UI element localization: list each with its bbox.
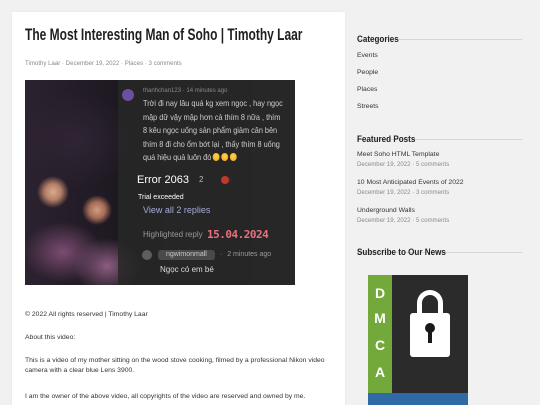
ownership-statement: I am the owner of the above video, all c… xyxy=(25,393,306,400)
reply-header: ngwimonmall · 2 minutes ago xyxy=(142,250,271,260)
post-title: The Most Interesting Man of Soho | Timot… xyxy=(25,25,303,44)
video-description: This is a video of my mother sitting on … xyxy=(25,356,325,376)
video-player[interactable]: thanhchan123 · 14 minutes ago Trời đi na… xyxy=(25,80,295,285)
category-item-people[interactable]: People xyxy=(357,64,379,81)
description-line: camera with a clear blue Lens 3900. xyxy=(25,367,135,374)
featured-post-meta: December 19, 2022 · 5 comments xyxy=(357,161,450,168)
subscribe-heading-text: Subscribe to Our News xyxy=(357,247,446,258)
player-error-code: Error 2063 xyxy=(137,174,189,186)
commenter-avatar xyxy=(122,89,134,101)
comment-line: Trời đi nay lâu quá kg xem ngọc , hay ng… xyxy=(143,98,283,108)
featured-post: 10 Most Anticipated Events of 2022 Decem… xyxy=(357,178,464,198)
category-item-places[interactable]: Places xyxy=(357,81,379,98)
featured-post-meta: December 19, 2022 · 3 comments xyxy=(357,189,450,196)
comment-line: 8 kêu ngọc uống sản phẩm giảm cân bên xyxy=(143,125,278,135)
featured-posts-heading-text: Featured Posts xyxy=(357,134,416,145)
laughing-face-icon xyxy=(213,153,220,161)
reply-time: 2 minutes ago xyxy=(227,251,272,258)
featured-post: Underground Walls December 19, 2022 · 5 … xyxy=(357,206,464,226)
post-category-link[interactable]: Places xyxy=(125,60,143,67)
featured-post-title-link[interactable]: Meet Soho HTML Template xyxy=(357,150,464,160)
dmca-letter: M xyxy=(374,310,386,326)
meta-separator: · xyxy=(121,60,124,67)
dmca-letter: C xyxy=(374,337,386,353)
player-error-message: Trial exceeded xyxy=(138,194,184,201)
reaction-icon xyxy=(221,176,229,184)
subscribe-heading: Subscribe to Our News xyxy=(357,238,522,258)
featured-post: Meet Soho HTML Template December 19, 202… xyxy=(357,150,464,170)
featured-posts-heading: Featured Posts xyxy=(357,125,522,145)
meta-separator: · xyxy=(144,60,147,67)
comment-line: mập dữ vậy mập hơn cả thím 8 nữa , thím xyxy=(143,111,281,122)
dmca-letter: A xyxy=(374,364,386,380)
featured-posts-list: Meet Soho HTML Template December 19, 202… xyxy=(357,150,464,234)
post-card: The Most Interesting Man of Soho | Timot… xyxy=(12,12,345,405)
reply-separator: · xyxy=(219,251,223,258)
comment-username: thanhchan123 xyxy=(143,88,182,94)
blog-page: The Most Interesting Man of Soho | Timot… xyxy=(0,0,540,405)
meta-separator: · xyxy=(62,60,65,67)
dmca-badge[interactable]: D M C A xyxy=(368,275,468,405)
about-video-label: About this video: xyxy=(25,334,76,341)
comment-text: Trời đi nay lâu quá kg xem ngọc , hay ng… xyxy=(143,97,283,165)
comment-separator: · xyxy=(182,88,185,94)
description-line: This is a video of my mother sitting on … xyxy=(25,357,325,364)
post-comments-link[interactable]: 3 comments xyxy=(148,60,181,67)
highlighted-reply-date: 15.04.2024 xyxy=(207,228,269,241)
featured-post-title-link[interactable]: Underground Walls xyxy=(357,206,464,216)
post-meta: Timothy Laar · December 19, 2022 · Place… xyxy=(25,59,182,68)
category-list: Events People Places Streets xyxy=(357,47,379,115)
laughing-face-icon xyxy=(230,153,238,161)
reply-avatar xyxy=(142,250,152,260)
comment-line-last: quá hiệu quả luôn đó xyxy=(143,151,283,165)
comment-line: thím 8 đi cho ổm bớt lại , thấy thím 8 u… xyxy=(143,138,280,149)
comment-time: 14 minutes ago xyxy=(186,88,228,94)
laughing-face-icon xyxy=(221,153,229,161)
featured-post-meta: December 19, 2022 · 5 comments xyxy=(357,217,450,224)
categories-heading-text: Categories xyxy=(357,34,399,45)
post-author-link[interactable]: Timothy Laar xyxy=(25,60,60,67)
copyright-text: © 2022 All rights reserved | Timothy Laa… xyxy=(25,311,148,318)
category-item-events[interactable]: Events xyxy=(357,47,379,64)
categories-heading: Categories xyxy=(357,25,522,45)
dmca-blue-strip xyxy=(368,393,468,405)
view-replies-text: View all 2 replies xyxy=(143,205,211,215)
reply-username: ngwimonmall xyxy=(158,250,215,260)
keyhole-icon xyxy=(425,323,435,343)
comment-like-count: 2 xyxy=(199,175,204,184)
padlock-icon xyxy=(410,313,450,357)
category-item-streets[interactable]: Streets xyxy=(357,98,379,115)
sidebar: Categories Events People Places Streets … xyxy=(357,0,522,405)
comment-line-text: quá hiệu quả luôn đó xyxy=(143,152,212,162)
highlighted-reply-label: Highlighted reply xyxy=(143,230,203,239)
dmca-letter: D xyxy=(374,285,386,301)
post-date: December 19, 2022 xyxy=(65,60,120,67)
comment-header: thanhchan123 · 14 minutes ago xyxy=(143,87,227,95)
reply-text: Ngọc có em bé xyxy=(160,265,214,274)
featured-post-title-link[interactable]: 10 Most Anticipated Events of 2022 xyxy=(357,178,464,188)
